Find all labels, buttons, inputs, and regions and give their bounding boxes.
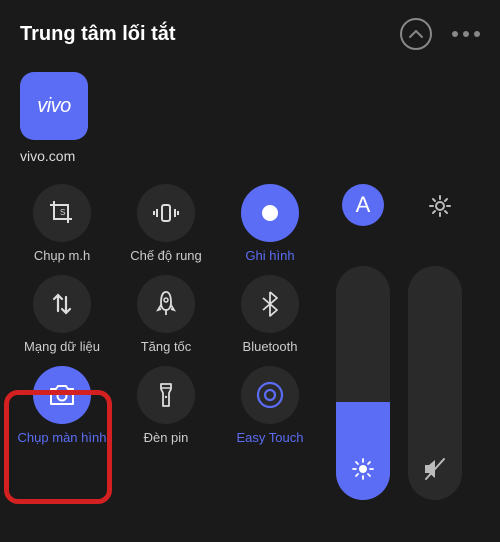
shortcut-label: Chụp m.h [34,248,90,263]
more-button[interactable] [452,31,480,37]
bluetooth-icon [261,290,279,318]
shortcut-vibrate[interactable]: Chế độ rung [118,184,214,263]
shortcut-label: Mạng dữ liệu [24,339,100,354]
app-label: vivo.com [20,148,480,164]
shortcut-boost[interactable]: Tăng tốc [118,275,214,354]
shortcut-flashlight[interactable]: Đèn pin [118,366,214,446]
shortcut-label: Ghi hình [245,248,294,263]
shortcut-mobile-data[interactable]: Mạng dữ liệu [14,275,110,354]
brightness-icon [351,457,375,486]
data-arrows-icon [49,291,75,317]
brightness-slider[interactable] [336,266,390,500]
vivo-logo: vivo [37,95,71,118]
shortcut-record[interactable]: Ghi hình [222,184,318,263]
chevron-up-icon [408,29,424,39]
shortcut-label: Chụp màn hình [18,430,107,446]
shortcut-bluetooth[interactable]: Bluetooth [222,275,318,354]
collapse-button[interactable] [400,18,432,50]
svg-text:S: S [60,208,65,217]
shortcut-label: Đèn pin [144,430,189,445]
vibrate-icon [152,199,180,227]
crop-icon: S [48,199,76,227]
shortcut-label: Easy Touch [237,430,304,445]
page-title: Trung tâm lối tắt [20,23,400,46]
gear-icon [427,193,453,219]
camera-icon [48,383,76,407]
volume-slider[interactable] [408,266,462,500]
volume-mute-icon [422,457,448,486]
easy-touch-icon [255,380,285,410]
shortcut-screenshot[interactable]: Chụp màn hình [14,366,110,446]
auto-brightness-label: A [356,192,371,218]
auto-brightness-toggle[interactable]: A [342,184,384,226]
shortcut-easy-touch[interactable]: Easy Touch [222,366,318,446]
app-vivo[interactable]: vivo [20,72,88,140]
shortcut-label: Chế độ rung [130,248,202,263]
flashlight-icon [157,381,175,409]
settings-button[interactable] [424,190,456,222]
shortcut-label: Tăng tốc [141,339,192,354]
rocket-icon [154,290,178,318]
shortcut-label: Bluetooth [243,339,298,354]
shortcut-screenshot-crop[interactable]: S Chụp m.h [14,184,110,263]
record-icon [258,201,282,225]
